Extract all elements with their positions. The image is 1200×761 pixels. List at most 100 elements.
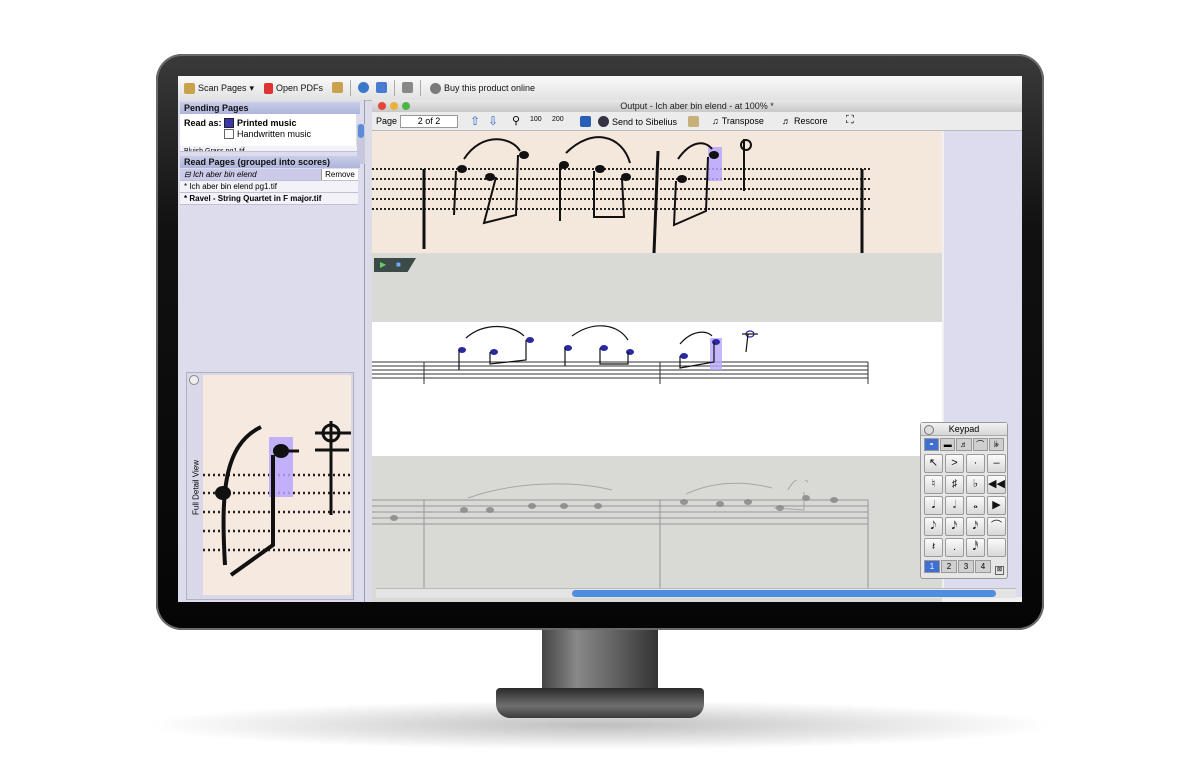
keypad-key[interactable]: 𝄽 bbox=[924, 538, 943, 557]
keypad-key[interactable]: . bbox=[945, 538, 964, 557]
transpose-button[interactable]: ♫ Transpose bbox=[712, 116, 764, 126]
keypad-key[interactable]: 𝅘𝅥𝅯 bbox=[945, 517, 964, 536]
remove-button[interactable]: Remove bbox=[321, 169, 358, 180]
divider bbox=[420, 80, 421, 96]
keypad-key[interactable]: ⌒ bbox=[987, 517, 1006, 536]
minimize-window-icon[interactable] bbox=[390, 102, 398, 110]
full-detail-view-label: Full Detail View bbox=[191, 460, 201, 515]
next-system-preview bbox=[372, 480, 869, 590]
pending-pages-header: Pending Pages bbox=[180, 102, 360, 114]
book-icon[interactable] bbox=[376, 82, 387, 93]
print-icon[interactable] bbox=[688, 116, 699, 127]
keypad-key[interactable]: ♭ bbox=[966, 475, 985, 494]
scanner-icon bbox=[184, 82, 195, 94]
save-icon[interactable] bbox=[580, 116, 591, 127]
monitor-base bbox=[496, 688, 704, 718]
keypad-close-icon[interactable] bbox=[924, 425, 934, 435]
keypad-layout-4[interactable]: 4 bbox=[975, 560, 991, 573]
keypad-tab-articulations[interactable]: ⌒ bbox=[972, 438, 988, 451]
read-page-item[interactable]: * Ich aber bin elend pg1.tif bbox=[180, 181, 358, 193]
scanned-page bbox=[372, 131, 942, 254]
keypad-palette: Keypad ◓ ▬ ♬ ⌒ 𝄫 ↖ > · – ♮ ♯ ♭ ◀◀ 𝅘𝅥 𝅗𝅥 … bbox=[920, 422, 1008, 579]
rescore-icon: ♬ bbox=[782, 116, 791, 126]
sibelius-icon bbox=[598, 116, 609, 127]
horizontal-scroll-thumb[interactable] bbox=[572, 590, 996, 597]
detail-close-icon[interactable] bbox=[189, 375, 199, 385]
keypad-layout-1[interactable]: 1 bbox=[924, 560, 940, 573]
handwritten-score bbox=[372, 136, 872, 254]
keypad-tabs: ◓ ▬ ♬ ⌒ 𝄫 bbox=[921, 436, 1007, 453]
keypad-key[interactable]: ◀◀ bbox=[987, 475, 1006, 494]
detail-image bbox=[203, 375, 351, 595]
read-pages-header: Read Pages (grouped into scores) bbox=[180, 156, 360, 168]
read-as-label: Read as: bbox=[184, 118, 222, 128]
next-page-icon[interactable]: ⇩ bbox=[488, 114, 498, 128]
full-detail-view: Full Detail View bbox=[186, 372, 354, 600]
keypad-key[interactable]: > bbox=[945, 454, 964, 473]
send-to-sibelius-button[interactable]: Send to Sibelius bbox=[598, 116, 677, 127]
pdf-icon bbox=[264, 82, 273, 94]
home-icon[interactable] bbox=[402, 82, 413, 93]
keypad-key[interactable]: 𝅘𝅥𝅮 bbox=[924, 517, 943, 536]
previous-page-icon[interactable]: ⇧ bbox=[470, 114, 480, 128]
keypad-resize-icon[interactable]: ⊠ bbox=[995, 566, 1004, 575]
zoom-icon[interactable]: ⚲ bbox=[512, 114, 520, 127]
page-field[interactable]: 2 of 2 bbox=[400, 115, 458, 128]
keypad-layout-3[interactable]: 3 bbox=[958, 560, 974, 573]
close-window-icon[interactable] bbox=[378, 102, 386, 110]
keypad-layout-2[interactable]: 2 bbox=[941, 560, 957, 573]
keypad-keys: ↖ > · – ♮ ♯ ♭ ◀◀ 𝅘𝅥 𝅗𝅥 𝅝 ▶ 𝅘𝅥𝅮 𝅘𝅥𝅯 𝅘𝅥𝅯 ⌒… bbox=[921, 453, 1007, 558]
score-group-row[interactable]: ⊟ Ich aber bin elend Remove bbox=[180, 169, 358, 181]
play-icon[interactable]: ▶ bbox=[380, 260, 386, 269]
keypad-key[interactable] bbox=[987, 538, 1006, 557]
divider bbox=[394, 80, 395, 96]
keypad-key[interactable]: 𝅝 bbox=[966, 496, 985, 515]
keypad-tab-accidentals[interactable]: 𝄫 bbox=[988, 438, 1005, 451]
transpose-icon: ♫ bbox=[712, 116, 719, 126]
scan-pages-button[interactable]: Scan Pages ▾ bbox=[184, 82, 254, 94]
open-pdfs-button[interactable]: Open PDFs bbox=[264, 82, 323, 94]
folder-icon[interactable] bbox=[332, 82, 343, 93]
printed-music-option[interactable]: Printed music bbox=[224, 118, 297, 128]
page-label: Page bbox=[376, 116, 398, 126]
scroll-thumb[interactable] bbox=[358, 124, 364, 138]
keypad-tab-notes[interactable]: ◓ bbox=[924, 438, 940, 451]
screen: Scan Pages ▾ Open PDFs Buy this product … bbox=[178, 76, 1022, 602]
settings-icon[interactable] bbox=[358, 82, 369, 93]
pending-file-item[interactable]: Bluish Grass pg1.tif bbox=[180, 146, 358, 152]
checkbox-icon bbox=[224, 129, 234, 139]
divider bbox=[350, 80, 351, 96]
horizontal-scrollbar[interactable] bbox=[376, 588, 1016, 598]
recognized-score bbox=[372, 325, 869, 384]
buy-online-button[interactable]: Buy this product online bbox=[430, 82, 535, 94]
stop-icon[interactable]: ■ bbox=[396, 260, 401, 269]
keypad-key[interactable]: ↖ bbox=[924, 454, 943, 473]
collapse-icon[interactable]: ⊟ bbox=[184, 170, 193, 179]
keypad-key[interactable]: ♯ bbox=[945, 475, 964, 494]
dropdown-arrow-icon: ▾ bbox=[249, 82, 255, 93]
keypad-key[interactable]: · bbox=[966, 454, 985, 473]
zoom-100-icon[interactable]: 100 bbox=[530, 116, 542, 123]
keypad-key[interactable]: 𝅘𝅥 bbox=[924, 496, 943, 515]
fullscreen-icon[interactable]: ⛶ bbox=[846, 114, 854, 127]
output-toolbar: Page 2 of 2 ⇧ ⇩ ⚲ 100 200 Send to Sibeli… bbox=[372, 112, 1022, 131]
read-page-item[interactable]: * Ravel - String Quartet in F major.tif bbox=[180, 193, 358, 205]
keypad-key[interactable]: 𝅘𝅥𝅯 bbox=[966, 517, 985, 536]
handwritten-notes-zoom bbox=[203, 421, 351, 577]
handwritten-music-option[interactable]: Handwritten music bbox=[224, 129, 311, 139]
main-toolbar: Scan Pages ▾ Open PDFs Buy this product … bbox=[178, 76, 1022, 101]
keypad-tab-beams[interactable]: ▬ bbox=[940, 438, 956, 451]
keypad-key[interactable]: ♮ bbox=[924, 475, 943, 494]
output-title: Output - Ich aber bin elend - at 100% * bbox=[620, 101, 774, 111]
keypad-tab-tuplets[interactable]: ♬ bbox=[956, 438, 972, 451]
keypad-key[interactable]: 𝅗𝅥 bbox=[945, 496, 964, 515]
keypad-key[interactable]: – bbox=[987, 454, 1006, 473]
recognized-staff-area bbox=[372, 322, 942, 456]
keypad-key[interactable]: ▶ bbox=[987, 496, 1006, 515]
zoom-200-icon[interactable]: 200 bbox=[552, 116, 564, 123]
keypad-key[interactable]: 𝅘𝅥𝅰 bbox=[966, 538, 985, 557]
checkbox-checked-icon bbox=[224, 118, 234, 128]
zoom-window-icon[interactable] bbox=[402, 102, 410, 110]
left-panel: Pending Pages Read as: Printed music Han… bbox=[178, 100, 365, 602]
rescore-button[interactable]: ♬ Rescore bbox=[782, 116, 828, 126]
